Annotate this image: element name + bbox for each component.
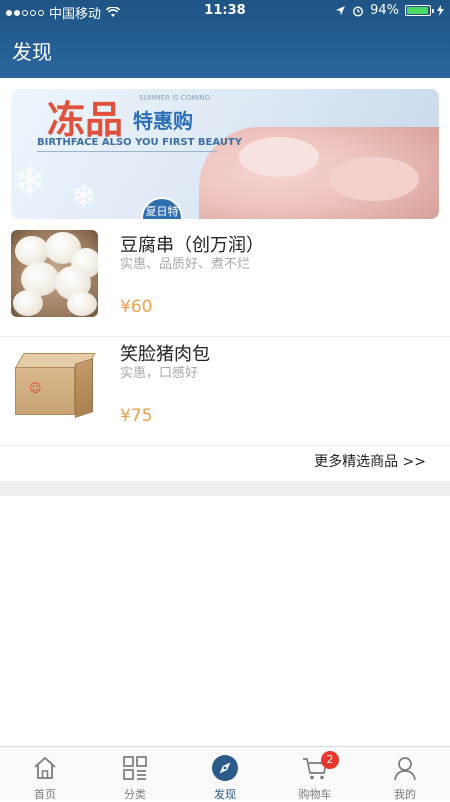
tab-discover[interactable]: 发现: [180, 747, 270, 801]
tab-bar: 首页 分类 发现 2 购物车 我的: [0, 746, 450, 801]
status-bar: 中国移动 11:38 94%: [0, 0, 450, 22]
snowflake-icon: ❄: [71, 179, 97, 214]
tab-home[interactable]: 首页: [0, 747, 90, 801]
snowflake-icon: ❄: [13, 159, 47, 205]
cart-count-badge: 2: [321, 751, 339, 769]
carton-box-image: ☺: [11, 339, 98, 426]
product-item[interactable]: 豆腐串（创万润） 实惠、品质好、煮不烂 ¥60: [0, 229, 450, 337]
tab-cart[interactable]: 2 购物车: [270, 747, 360, 801]
battery-percent: 94%: [370, 3, 399, 18]
tab-category[interactable]: 分类: [90, 747, 180, 801]
product-description: 实惠，口感好: [120, 366, 199, 381]
category-icon: [123, 756, 147, 780]
banner-subheadline: 特惠购: [133, 109, 193, 133]
product-description: 实惠、品质好、煮不烂: [120, 257, 251, 272]
product-price: ¥60: [120, 297, 153, 317]
banner-divider: [37, 151, 217, 152]
section-divider: [0, 481, 450, 496]
tab-profile[interactable]: 我的: [360, 747, 450, 801]
alarm-icon: [353, 5, 364, 17]
banner-badge: 夏日特惠: [141, 197, 183, 219]
home-icon: [34, 757, 56, 779]
compass-icon: [212, 755, 238, 781]
banner-english-text: BIRTHFACE ALSO YOU FIRST BEAUTY: [37, 137, 242, 148]
box-logo-icon: ☺: [29, 381, 42, 395]
more-products-link[interactable]: 更多精选商品 >>: [314, 451, 426, 471]
location-arrow-icon: [336, 6, 346, 15]
banner-tagline: SUMMER IS COMING: [139, 94, 211, 102]
battery-icon: [405, 5, 434, 16]
product-price: ¥75: [120, 406, 153, 426]
banner-headline: 冻品: [47, 97, 124, 142]
status-right: 94%: [335, 3, 444, 18]
product-item[interactable]: ☺ 笑脸猪肉包 实惠，口感好 ¥75: [0, 338, 450, 446]
user-icon: [394, 757, 416, 781]
page-title: 发现: [12, 40, 52, 64]
charging-icon: [437, 5, 444, 16]
app-header: 中国移动 11:38 94% 发现: [0, 0, 450, 78]
promo-banner[interactable]: ❄ ❄ 冻品 SUMMER IS COMING 特惠购 BIRTHFACE AL…: [11, 89, 439, 219]
steamed-buns-image: [11, 230, 98, 317]
